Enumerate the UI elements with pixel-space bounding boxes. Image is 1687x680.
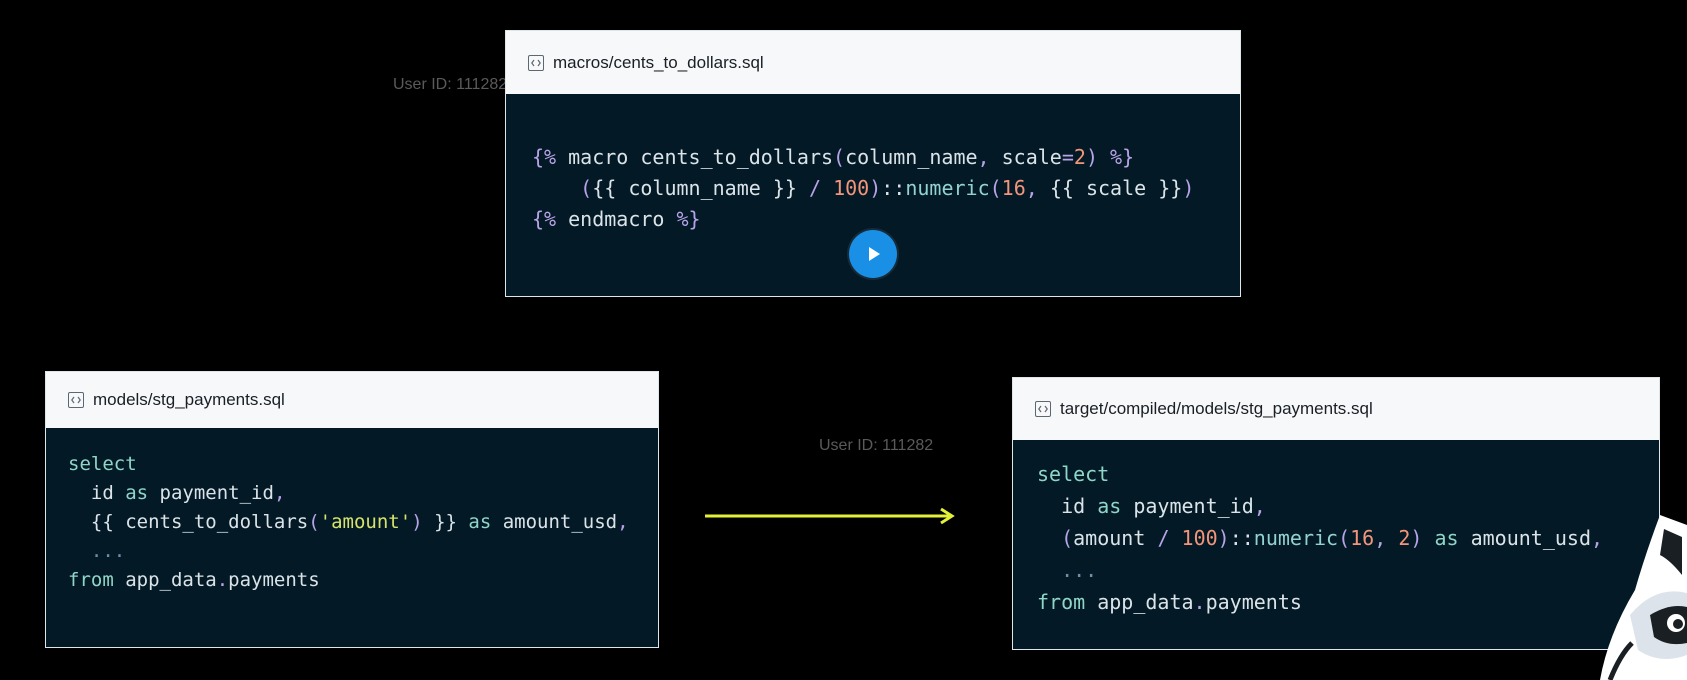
- compiled-panel-header: target/compiled/models/stg_payments.sql: [1013, 378, 1659, 440]
- compiled-filename: target/compiled/models/stg_payments.sql: [1060, 399, 1373, 418]
- code-file-icon: [68, 392, 84, 408]
- model-filename: models/stg_payments.sql: [93, 390, 285, 409]
- compiled-code-panel: target/compiled/models/stg_payments.sql …: [1012, 377, 1660, 650]
- raccoon-mascot: [1600, 515, 1687, 680]
- code-file-icon: [528, 54, 544, 71]
- macro-panel-header: macros/cents_to_dollars.sql: [506, 31, 1240, 94]
- user-id-watermark-middle: User ID: 111282: [819, 437, 934, 454]
- model-code-panel: models/stg_payments.sql select id as pay…: [45, 371, 659, 648]
- play-button[interactable]: [849, 230, 897, 278]
- user-id-watermark-top: User ID: 111282: [393, 76, 508, 93]
- play-icon: [869, 247, 880, 261]
- code-file-icon: [1035, 401, 1051, 417]
- model-code-block: select id as payment_id, {{ cents_to_dol…: [68, 453, 629, 591]
- macro-code-block: {% macro cents_to_dollars(column_name, s…: [532, 145, 1195, 231]
- model-panel-header: models/stg_payments.sql: [46, 372, 658, 428]
- macro-filename: macros/cents_to_dollars.sql: [553, 52, 764, 72]
- arrow-right-icon: [705, 507, 955, 525]
- compiled-code-block: select id as payment_id, (amount / 100):…: [1037, 462, 1604, 614]
